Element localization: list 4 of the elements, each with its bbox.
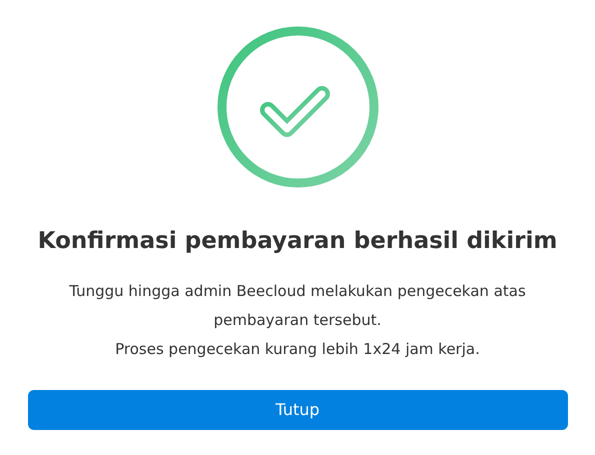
message-text: Proses pengecekan kurang lebih 1x24 jam kerja. [115, 338, 480, 360]
close-button[interactable]: Tutup [28, 390, 568, 430]
dialog-title: Konfirmasi pembayaran berhasil dikirim [38, 227, 558, 256]
message-text: Tunggu hingga admin Beecloud melakukan pengecekan atas pembayaran tersebut. [68, 280, 527, 330]
